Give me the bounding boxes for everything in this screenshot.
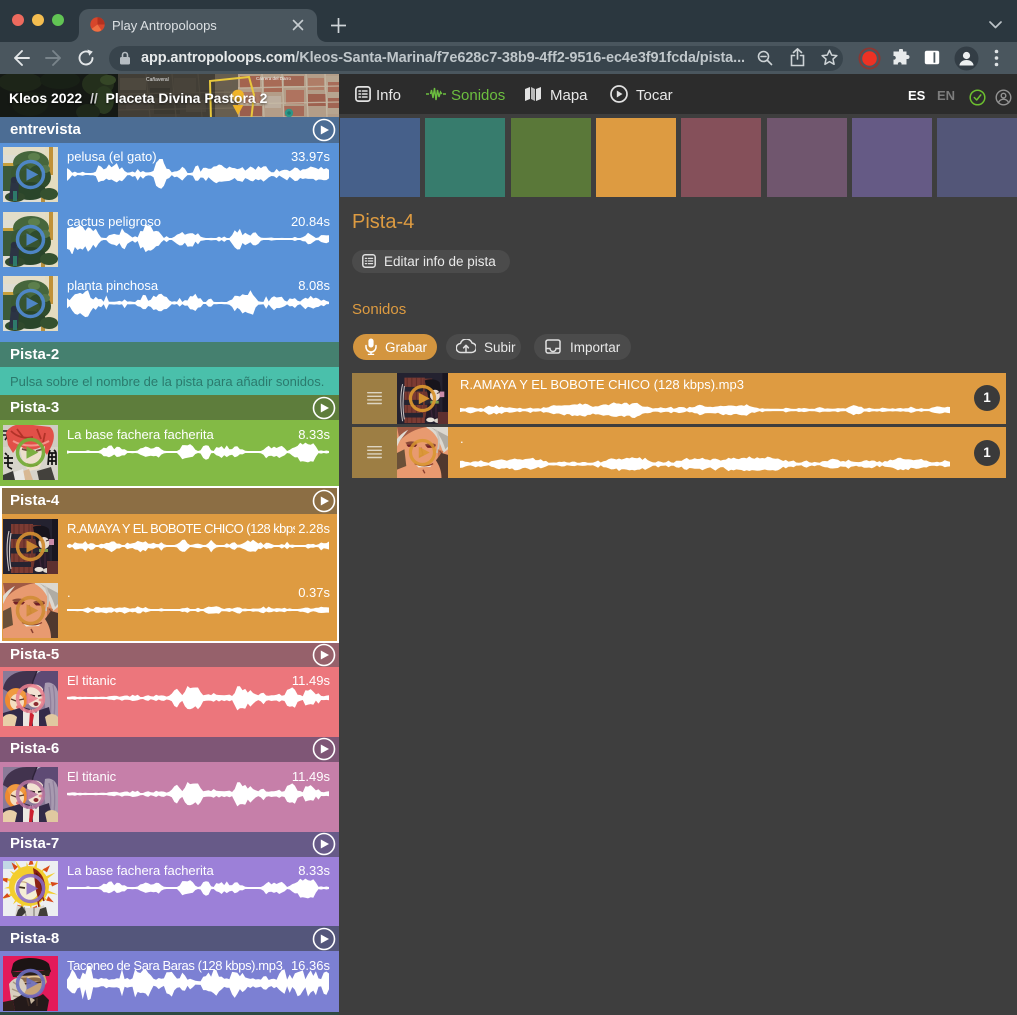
svg-text:Cañaveral: Cañaveral	[146, 77, 169, 83]
svg-text:Carrera del Darro: Carrera del Darro	[256, 76, 292, 81]
